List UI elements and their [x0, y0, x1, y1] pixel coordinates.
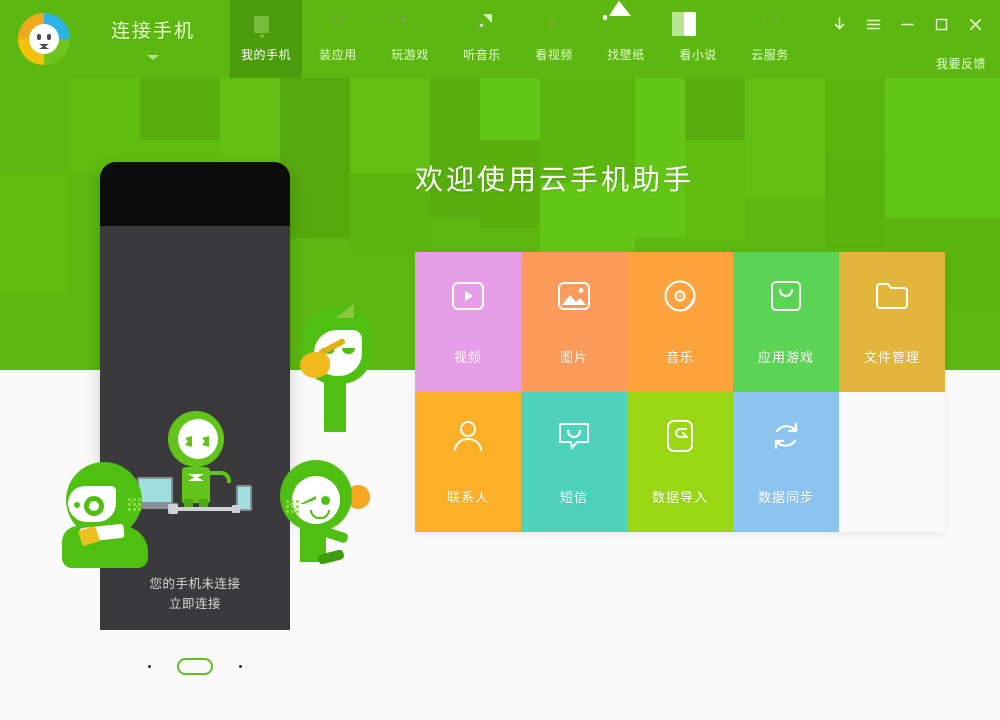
- image-icon: [602, 12, 640, 40]
- tile-contacts[interactable]: 联系人: [415, 392, 521, 532]
- title-bar: 连接手机 我的手机 装应用 玩游戏 听音乐 看视频 找壁纸 看小说 云服务 我要…: [0, 0, 1000, 78]
- disc-music-icon: [658, 274, 702, 318]
- hero-bg-block: [885, 78, 1000, 218]
- tile-label: 联系人: [446, 490, 489, 505]
- download-icon[interactable]: [822, 10, 856, 38]
- tile-label: 数据导入: [651, 490, 708, 505]
- person-icon: [446, 414, 490, 458]
- phone-status-text: 您的手机未连接: [149, 577, 241, 591]
- feedback-link[interactable]: 我要反馈: [936, 55, 986, 72]
- book-icon: [684, 12, 712, 40]
- minimize-icon[interactable]: [890, 10, 924, 38]
- connect-now-link[interactable]: 立即连接: [100, 594, 290, 614]
- main-nav-tabs: 我的手机 装应用 玩游戏 听音乐 看视频 找壁纸 看小说 云服务: [230, 0, 806, 78]
- logo-face-icon: [29, 24, 59, 54]
- hero-bg-block: [825, 78, 885, 153]
- hero-bg-block: [685, 78, 745, 140]
- maximize-icon[interactable]: [924, 10, 958, 38]
- hero-bg-block: [825, 153, 885, 248]
- tab-label: 看视频: [535, 48, 573, 62]
- disc-icon: [468, 12, 496, 40]
- data-sync-icon: [764, 414, 808, 458]
- video-play-icon: [446, 274, 490, 318]
- app-bag-icon: [764, 274, 808, 318]
- page-title: 欢迎使用云手机助手: [415, 164, 695, 195]
- hero-bg-block: [480, 78, 540, 140]
- folder-icon: [870, 274, 914, 318]
- tab-novels[interactable]: 看小说: [662, 0, 734, 78]
- tab-play-games[interactable]: 玩游戏: [374, 0, 446, 78]
- app-logo[interactable]: [18, 13, 70, 65]
- tab-watch-video[interactable]: 看视频: [518, 0, 590, 78]
- tile-label: 应用游戏: [757, 350, 814, 365]
- tile-label: 音乐: [665, 350, 694, 365]
- mascot-guitar: [296, 304, 380, 436]
- gamepad-icon: [382, 12, 424, 40]
- phone-capacitive-dot: [148, 665, 151, 668]
- tile-data-import[interactable]: 数据导入: [627, 392, 733, 532]
- tile-sms[interactable]: 短信: [521, 392, 627, 532]
- video-icon: [540, 12, 568, 40]
- app-window: 连接手机 我的手机 装应用 玩游戏 听音乐 看视频 找壁纸 看小说 云服务 我要…: [0, 0, 1000, 720]
- tile-label: 数据同步: [757, 490, 814, 505]
- tab-label: 看小说: [679, 48, 717, 62]
- picture-icon: [552, 274, 596, 318]
- tab-wallpapers[interactable]: 找壁纸: [590, 0, 662, 78]
- tab-listen-music[interactable]: 听音乐: [446, 0, 518, 78]
- tile-label: 图片: [559, 350, 588, 365]
- phone-icon: [252, 12, 280, 40]
- window-controls: [822, 10, 992, 38]
- close-icon[interactable]: [958, 10, 992, 38]
- tab-label: 玩游戏: [391, 48, 429, 62]
- connect-phone-dropdown[interactable]: 连接手机: [98, 16, 208, 60]
- tab-label: 听音乐: [463, 48, 501, 62]
- tile-video[interactable]: 视频: [415, 252, 521, 392]
- tile-label: 文件管理: [863, 350, 920, 365]
- hero-bg-block: [745, 78, 825, 198]
- tab-label: 我的手机: [240, 48, 291, 62]
- chevron-down-icon[interactable]: [147, 55, 159, 60]
- tile-label: 短信: [559, 490, 588, 505]
- tile-data-sync[interactable]: 数据同步: [733, 392, 839, 532]
- mascot-sitting-reading: [58, 460, 158, 575]
- hero-bg-block: [0, 173, 68, 293]
- tab-install-apps[interactable]: 装应用: [302, 0, 374, 78]
- connect-phone-label: 连接手机: [110, 21, 195, 42]
- phone-status-block: 您的手机未连接 立即连接: [100, 574, 290, 614]
- tile-label: 视频: [453, 350, 482, 365]
- phone-capacitive-dot: [239, 665, 242, 668]
- mascot-waving: [276, 460, 368, 565]
- tile-file-manager[interactable]: 文件管理: [839, 252, 945, 392]
- cloud-bag-icon: [756, 12, 784, 40]
- hero-bg-block: [140, 78, 220, 140]
- tab-label: 云服务: [751, 48, 789, 62]
- tab-my-phone[interactable]: 我的手机: [230, 0, 302, 78]
- tab-label: 找壁纸: [607, 48, 645, 62]
- tab-cloud-service[interactable]: 云服务: [734, 0, 806, 78]
- hero-bg-block: [68, 78, 140, 173]
- menu-icon[interactable]: [856, 10, 890, 38]
- hero-bg-block: [280, 78, 350, 238]
- tile-music[interactable]: 音乐: [627, 252, 733, 392]
- message-icon: [552, 414, 596, 458]
- feature-tiles-grid: 视频 图片 音乐 应用游戏 文件管理 联系人 短信 数据导入 数据同步: [415, 252, 945, 532]
- tile-pictures[interactable]: 图片: [521, 252, 627, 392]
- tab-label: 装应用: [319, 48, 357, 62]
- data-import-icon: [658, 414, 702, 458]
- phone-home-button[interactable]: [177, 658, 213, 675]
- tile-apps-games[interactable]: 应用游戏: [733, 252, 839, 392]
- bag-icon: [324, 12, 352, 40]
